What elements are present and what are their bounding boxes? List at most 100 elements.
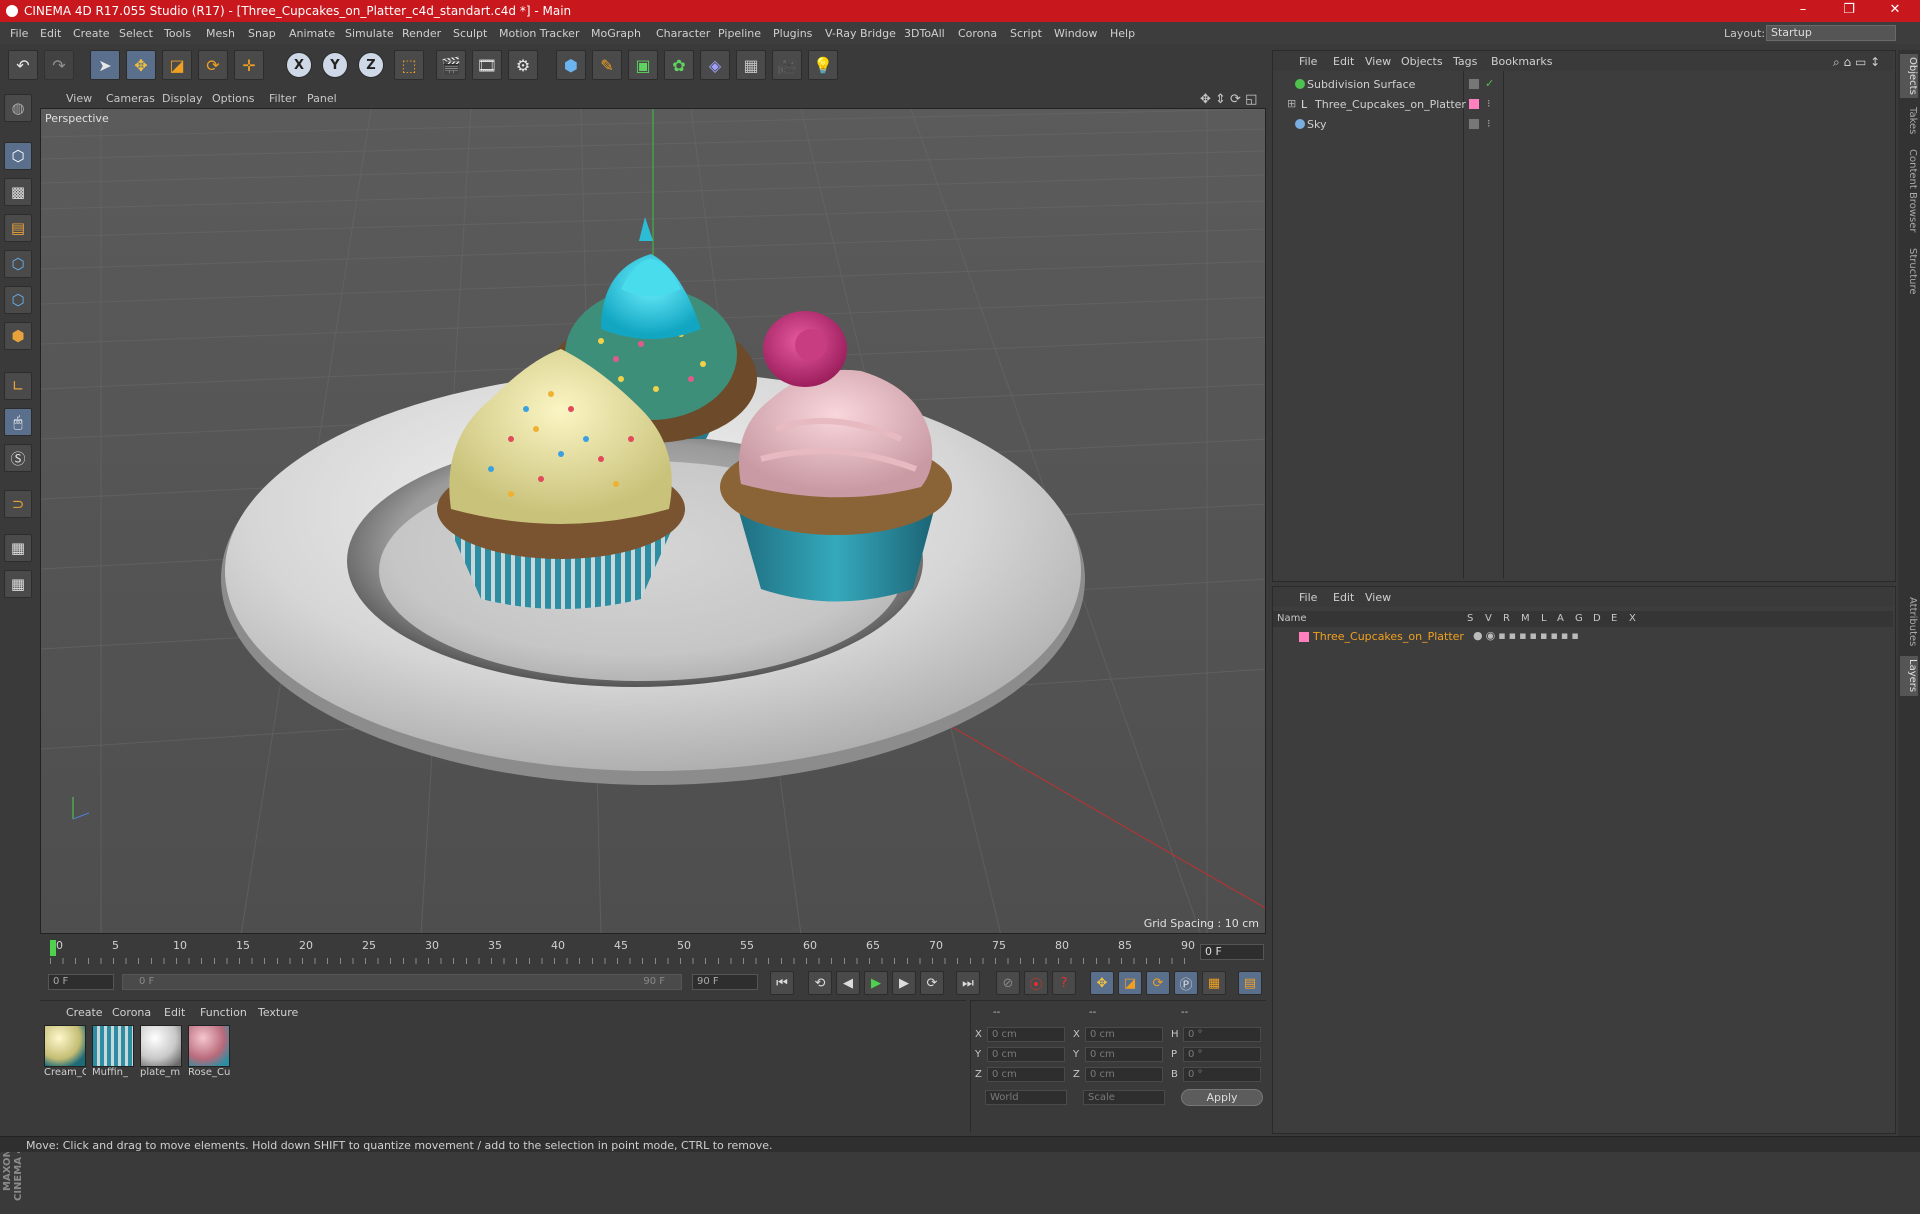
tab-structure[interactable]: Structure <box>1900 244 1918 298</box>
size-z-field[interactable]: 0 cm <box>1085 1067 1163 1082</box>
menu-render[interactable]: Render <box>402 27 441 40</box>
scale-icon[interactable]: ◪ <box>162 50 192 80</box>
rotation-p-field[interactable]: 0 ° <box>1183 1047 1261 1062</box>
layermgr-menu-view[interactable]: View <box>1365 591 1391 604</box>
cloner-icon[interactable]: ✿ <box>664 50 694 80</box>
key-rotation-icon[interactable]: ⟳ <box>1146 971 1170 995</box>
object-row[interactable]: ⊞ L Three_Cupcakes_on_Platter ⁝ <box>1273 95 1893 115</box>
layer-color-swatch[interactable] <box>1299 632 1309 642</box>
object-name[interactable]: Sky <box>1307 118 1326 131</box>
layer-color-swatch[interactable] <box>1469 99 1479 109</box>
undo-icon[interactable]: ↶ <box>8 50 38 80</box>
x-axis-icon[interactable]: X <box>286 52 312 78</box>
polygons-mode-icon[interactable]: ⬢ <box>4 322 32 350</box>
menu-animate[interactable]: Animate <box>289 27 335 40</box>
end-frame-field[interactable]: 90 F <box>692 974 758 990</box>
position-y-field[interactable]: 0 cm <box>987 1047 1065 1062</box>
material-menu-texture[interactable]: Texture <box>258 1006 298 1019</box>
menu-window[interactable]: Window <box>1054 27 1097 40</box>
select-arrow-icon[interactable]: ➤ <box>90 50 120 80</box>
viewport-menu-options[interactable]: Options <box>212 92 254 105</box>
minimize-button[interactable]: – <box>1788 2 1818 17</box>
layermgr-menu-file[interactable]: File <box>1299 591 1317 604</box>
objmgr-search-icon[interactable]: ⌕ ⌂ ▭ ↕ <box>1833 55 1880 70</box>
layermgr-menu-edit[interactable]: Edit <box>1333 591 1354 604</box>
column-xrefs[interactable]: X <box>1629 613 1636 624</box>
play-icon[interactable]: ▶ <box>864 971 888 995</box>
menu-file[interactable]: File <box>10 27 28 40</box>
material-menu-edit[interactable]: Edit <box>164 1006 185 1019</box>
tab-content-browser[interactable]: Content Browser <box>1900 144 1918 238</box>
object-row[interactable]: Sky ⁝ <box>1273 115 1893 135</box>
column-deformers[interactable]: D <box>1593 613 1601 624</box>
deformer-icon[interactable]: ◈ <box>700 50 730 80</box>
rotate-icon[interactable]: ⟳ <box>198 50 228 80</box>
subdivision-icon[interactable]: ▣ <box>628 50 658 80</box>
redo-icon[interactable]: ↷ <box>44 50 74 80</box>
objmgr-menu-edit[interactable]: Edit <box>1333 55 1354 68</box>
next-frame-icon[interactable]: ▶ <box>892 971 916 995</box>
menu-character[interactable]: Character <box>656 27 710 40</box>
apply-button[interactable]: Apply <box>1181 1089 1263 1106</box>
snap-icon[interactable]: Ⓢ <box>4 444 32 472</box>
column-manager[interactable]: M <box>1521 613 1530 624</box>
perspective-viewport[interactable]: Perspective Grid Spacing : 10 cm <box>40 108 1266 934</box>
menu-tools[interactable]: Tools <box>164 27 191 40</box>
checkmark-icon[interactable]: ✓ <box>1485 77 1494 90</box>
column-view[interactable]: V <box>1485 613 1492 624</box>
next-key-icon[interactable]: ⟳ <box>920 971 944 995</box>
rotation-h-field[interactable]: 0 ° <box>1183 1027 1261 1042</box>
layer-name[interactable]: Three_Cupcakes_on_Platter <box>1313 630 1464 643</box>
viewport-menu-filter[interactable]: Filter <box>269 92 296 105</box>
key-parameter-icon[interactable]: Ⓟ <box>1174 971 1198 995</box>
viewport-camera-label[interactable]: Perspective <box>45 112 109 125</box>
current-frame-field[interactable]: 0 F <box>1200 944 1264 960</box>
tweak-mode-icon[interactable]: 🖱 <box>4 408 32 436</box>
floor-icon[interactable]: ▦ <box>736 50 766 80</box>
timeline-window-icon[interactable]: ▤ <box>1238 971 1262 995</box>
object-name[interactable]: Subdivision Surface <box>1307 78 1415 91</box>
start-frame-field[interactable]: 0 F <box>48 974 114 990</box>
objmgr-menu-view[interactable]: View <box>1365 55 1391 68</box>
menu-script[interactable]: Script <box>1010 27 1042 40</box>
edges-mode-icon[interactable]: ⬡ <box>4 286 32 314</box>
layer-swatch-icon[interactable] <box>1469 119 1479 129</box>
size-mode-select[interactable]: Scale <box>1083 1090 1165 1105</box>
material-menu-corona[interactable]: Corona <box>112 1006 151 1019</box>
menu-edit[interactable]: Edit <box>40 27 61 40</box>
visibility-dots-icon[interactable]: ⁝ <box>1487 97 1491 110</box>
column-render[interactable]: R <box>1503 613 1510 624</box>
viewport-menu-display[interactable]: Display <box>162 92 203 105</box>
key-scale-icon[interactable]: ◪ <box>1118 971 1142 995</box>
viewport-menu-view[interactable]: View <box>66 92 92 105</box>
menu-mograph[interactable]: MoGraph <box>591 27 641 40</box>
menu-3dtoall[interactable]: 3DToAll <box>904 27 945 40</box>
viewport-menu-panel[interactable]: Panel <box>307 92 337 105</box>
material-menu-function[interactable]: Function <box>200 1006 247 1019</box>
column-animation[interactable]: A <box>1557 613 1564 624</box>
close-button[interactable]: ✕ <box>1880 2 1910 17</box>
column-expressions[interactable]: E <box>1611 613 1617 624</box>
menu-mesh[interactable]: Mesh <box>206 27 235 40</box>
workplane-icon[interactable]: ▤ <box>4 214 32 242</box>
rotation-b-field[interactable]: 0 ° <box>1183 1067 1261 1082</box>
material-menu-create[interactable]: Create <box>66 1006 103 1019</box>
objmgr-menu-objects[interactable]: Objects <box>1401 55 1443 68</box>
column-solo[interactable]: S <box>1467 613 1473 624</box>
points-mode-icon[interactable]: ⬡ <box>4 250 32 278</box>
material-swatch[interactable]: Muffin_ <box>92 1025 134 1081</box>
render-view-icon[interactable]: 🎬 <box>436 50 466 80</box>
record-active-objects-icon[interactable]: ⦿ <box>1024 971 1048 995</box>
menu-pipeline[interactable]: Pipeline <box>718 27 761 40</box>
y-axis-icon[interactable]: Y <box>322 52 348 78</box>
layout-select[interactable]: Startup <box>1766 25 1896 41</box>
column-locked[interactable]: L <box>1541 613 1547 624</box>
size-x-field[interactable]: 0 cm <box>1085 1027 1163 1042</box>
pen-icon[interactable]: ✎ <box>592 50 622 80</box>
autokeying-icon[interactable]: ? <box>1052 971 1076 995</box>
edit-render-settings-icon[interactable]: ⚙ <box>508 50 538 80</box>
column-generators[interactable]: G <box>1575 613 1583 624</box>
timeline-ruler[interactable]: 0 5 10 15 20 25 30 35 40 45 50 55 60 65 … <box>40 936 1266 964</box>
model-mode-icon[interactable]: ⬡ <box>4 142 32 170</box>
tab-takes[interactable]: Takes <box>1900 104 1918 138</box>
